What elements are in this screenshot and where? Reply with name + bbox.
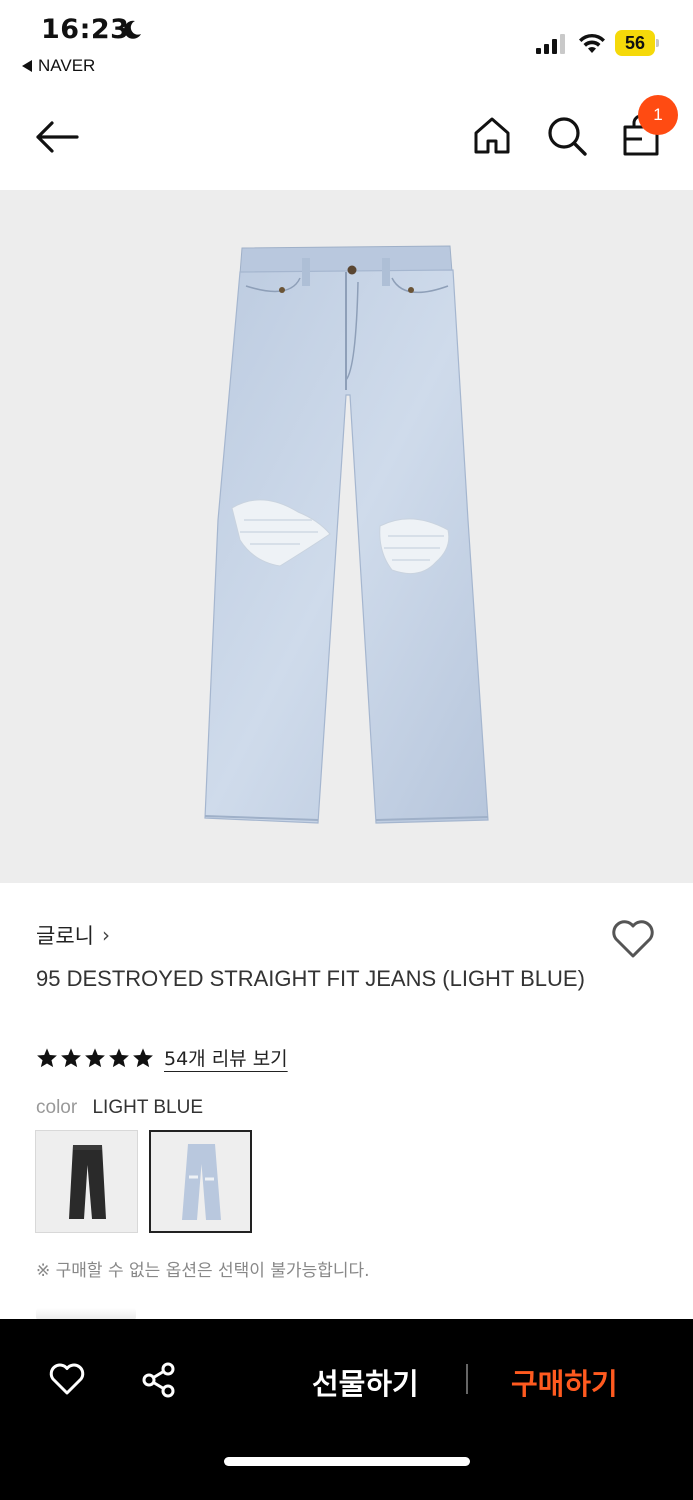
light-blue-jeans-thumbnail [182, 1144, 221, 1220]
signal-icon [536, 34, 565, 54]
battery-indicator: 56 [615, 30, 659, 56]
jeans-illustration [204, 245, 489, 824]
gift-button[interactable]: 선물하기 [312, 1361, 419, 1403]
star-icon [109, 1047, 129, 1067]
cart-count-badge: 1 [638, 95, 678, 135]
battery-percent: 56 [624, 33, 646, 53]
product-image[interactable] [0, 190, 693, 883]
back-arrow-icon[interactable] [34, 120, 80, 154]
color-row: color LIGHT BLUE [36, 1097, 203, 1119]
back-to-app-link[interactable]: NAVER [22, 56, 95, 76]
rating-row: 54개 리뷰 보기 [36, 1044, 288, 1071]
rating-stars [36, 1047, 154, 1069]
brand-link[interactable]: 글로니 › [36, 920, 110, 950]
star-icon [37, 1047, 57, 1067]
star-icon [61, 1047, 81, 1067]
option-swatch-light-blue[interactable] [149, 1130, 252, 1233]
option-swatch-black[interactable] [35, 1130, 138, 1233]
share-icon[interactable] [140, 1361, 178, 1399]
buy-button[interactable]: 구매하기 [511, 1361, 618, 1403]
back-triangle-icon [22, 60, 32, 72]
bottom-action-bar: 선물하기 구매하기 [0, 1319, 693, 1500]
top-navigation: 1 [0, 95, 693, 185]
moon-icon [124, 20, 141, 39]
status-bar: 16:23 NAVER 56 [0, 0, 693, 90]
star-icon [133, 1047, 153, 1067]
home-icon[interactable] [472, 115, 512, 155]
star-icon [85, 1047, 105, 1067]
home-indicator[interactable] [224, 1457, 470, 1466]
color-value: LIGHT BLUE [92, 1097, 203, 1118]
wifi-icon [579, 33, 605, 53]
review-link[interactable]: 54개 리뷰 보기 [164, 1044, 288, 1071]
wishlist-heart-icon[interactable] [610, 918, 656, 960]
black-jeans-thumbnail [69, 1145, 106, 1219]
chevron-right-icon: › [101, 923, 110, 947]
search-icon[interactable] [546, 115, 588, 157]
color-label: color [36, 1097, 78, 1118]
heart-icon[interactable] [48, 1362, 86, 1396]
brand-name: 글로니 [36, 924, 94, 948]
divider [466, 1364, 468, 1394]
back-app-label: NAVER [38, 56, 96, 75]
product-title: 95 DESTROYED STRAIGHT FIT JEANS (LIGHT B… [36, 966, 585, 991]
option-notice: ※ 구매할 수 없는 옵션은 선택이 불가능합니다. [36, 1261, 370, 1281]
status-time: 16:23 [41, 14, 130, 45]
